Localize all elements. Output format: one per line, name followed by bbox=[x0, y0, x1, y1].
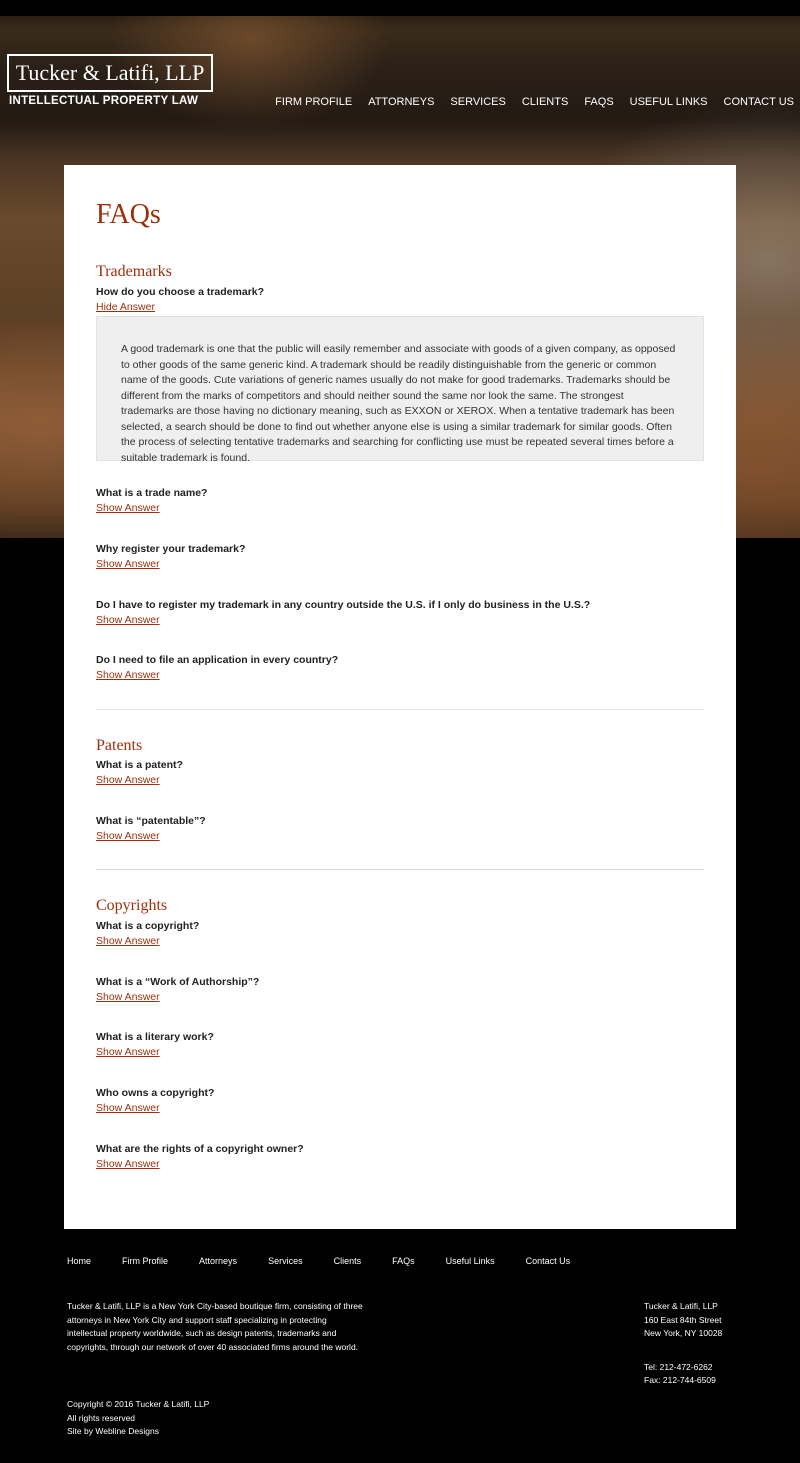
section-title-copyrights: Copyrights bbox=[96, 897, 168, 914]
faq-question: What is a literary work? bbox=[96, 1031, 214, 1043]
logo[interactable]: Tucker & Latifi, LLP bbox=[7, 54, 213, 92]
footer-link-useful-links[interactable]: Useful Links bbox=[446, 1256, 495, 1266]
show-answer-link[interactable]: Show Answer bbox=[96, 991, 160, 1003]
section-title-patents: Patents bbox=[96, 737, 143, 754]
faq-question: What are the rights of a copyright owner… bbox=[96, 1143, 304, 1155]
footer-address: Tucker & Latifi, LLP 160 East 84th Stree… bbox=[644, 1300, 722, 1388]
faq-question: Why register your trademark? bbox=[96, 543, 246, 555]
show-answer-link[interactable]: Show Answer bbox=[96, 774, 160, 786]
show-answer-link[interactable]: Show Answer bbox=[96, 935, 160, 947]
footer-link-firm-profile[interactable]: Firm Profile bbox=[122, 1256, 168, 1266]
faq-question: Do I need to file an application in ever… bbox=[96, 654, 339, 666]
fax-number: Fax: 212-744-6509 bbox=[644, 1375, 716, 1385]
faq-question: What is a patent? bbox=[96, 759, 183, 771]
site-credit[interactable]: Site by Webline Designs bbox=[67, 1425, 209, 1439]
show-answer-link[interactable]: Show Answer bbox=[96, 614, 160, 626]
content-card: FAQs Trademarks How do you choose a trad… bbox=[64, 165, 736, 1229]
footer-nav: Home Firm Profile Attorneys Services Cli… bbox=[67, 1256, 601, 1266]
faq-answer-panel: A good trademark is one that the public … bbox=[96, 316, 704, 464]
footer-about: Tucker & Latifi, LLP is a New York City-… bbox=[67, 1301, 363, 1352]
faq-question: What is a copyright? bbox=[96, 920, 200, 932]
footer-link-attorneys[interactable]: Attorneys bbox=[199, 1256, 237, 1266]
show-answer-link[interactable]: Show Answer bbox=[96, 558, 160, 570]
footer-copyright: Copyright © 2016 Tucker & Latifi, LLP Al… bbox=[67, 1398, 209, 1439]
footer-link-home[interactable]: Home bbox=[67, 1256, 91, 1266]
page-title: FAQs bbox=[96, 199, 161, 230]
nav-contact-us[interactable]: CONTACT US bbox=[724, 96, 795, 108]
show-answer-link[interactable]: Show Answer bbox=[96, 1102, 160, 1114]
footer-link-contact-us[interactable]: Contact Us bbox=[526, 1256, 571, 1266]
hide-answer-link[interactable]: Hide Answer bbox=[96, 301, 155, 313]
faq-question: What is “patentable”? bbox=[96, 815, 206, 827]
faq-question: What is a “Work of Authorship”? bbox=[96, 976, 260, 988]
footer-link-faqs[interactable]: FAQs bbox=[392, 1256, 415, 1266]
nav-firm-profile[interactable]: FIRM PROFILE bbox=[275, 96, 352, 108]
nav-useful-links[interactable]: USEFUL LINKS bbox=[630, 96, 708, 108]
show-answer-link[interactable]: Show Answer bbox=[96, 830, 160, 842]
faq-question: Do I have to register my trademark in an… bbox=[96, 599, 591, 611]
show-answer-link[interactable]: Show Answer bbox=[96, 1046, 160, 1058]
address-line: New York, NY 10028 bbox=[644, 1328, 723, 1338]
faq-question: Who owns a copyright? bbox=[96, 1087, 215, 1099]
nav-services[interactable]: SERVICES bbox=[450, 96, 505, 108]
main-nav: FIRM PROFILE ATTORNEYS SERVICES CLIENTS … bbox=[259, 96, 794, 108]
section-title-trademarks: Trademarks bbox=[96, 263, 172, 280]
logo-tagline: INTELLECTUAL PROPERTY LAW bbox=[9, 95, 199, 107]
show-answer-link[interactable]: Show Answer bbox=[96, 1158, 160, 1170]
top-band bbox=[0, 0, 800, 16]
footer-link-services[interactable]: Services bbox=[268, 1256, 303, 1266]
faq-question: How do you choose a trademark? bbox=[96, 286, 265, 298]
nav-faqs[interactable]: FAQS bbox=[584, 96, 613, 108]
show-answer-link[interactable]: Show Answer bbox=[96, 669, 160, 681]
copyright-text: Copyright © 2016 Tucker & Latifi, LLP bbox=[67, 1399, 210, 1409]
nav-attorneys[interactable]: ATTORNEYS bbox=[368, 96, 434, 108]
show-answer-link[interactable]: Show Answer bbox=[96, 502, 160, 514]
footer-link-clients[interactable]: Clients bbox=[334, 1256, 362, 1266]
logo-name: Tucker & Latifi, LLP bbox=[15, 60, 205, 85]
rights-text: All rights reserved bbox=[67, 1412, 136, 1423]
faq-question: What is a trade name? bbox=[96, 487, 208, 499]
section-divider bbox=[96, 709, 704, 710]
phone-number[interactable]: Tel: 212-472-6262 bbox=[644, 1361, 722, 1375]
address-line: 160 East 84th Street bbox=[644, 1314, 722, 1325]
address-line: Tucker & Latifi, LLP bbox=[644, 1301, 718, 1311]
nav-clients[interactable]: CLIENTS bbox=[522, 96, 568, 108]
section-divider bbox=[96, 869, 704, 870]
